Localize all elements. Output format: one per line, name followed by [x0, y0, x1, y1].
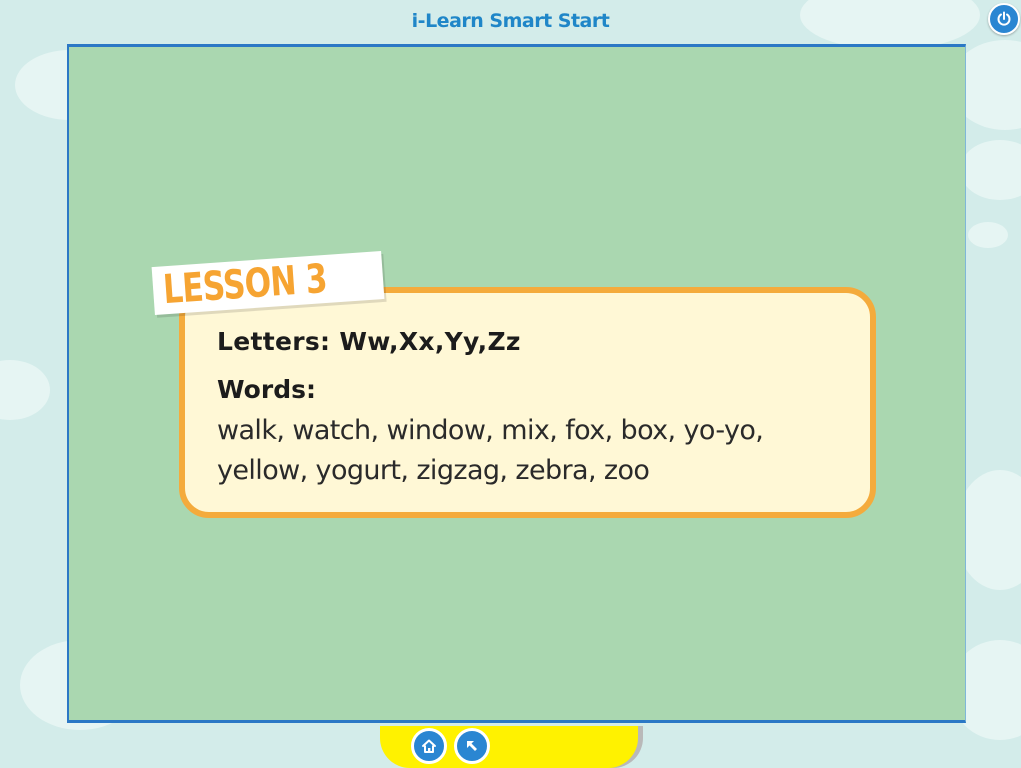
back-button[interactable] [454, 728, 490, 764]
letters-line: Letters: Ww,Xx,Yy,Zz [217, 327, 521, 356]
power-button[interactable] [988, 3, 1020, 35]
words-list: walk, watch, window, mix, fox, box, yo-y… [217, 415, 764, 446]
lesson-stage: Letters: Ww,Xx,Yy,Zz Words: walk, watch,… [67, 44, 966, 723]
home-button[interactable] [411, 728, 447, 764]
app-title: i-Learn Smart Start [411, 10, 610, 32]
lesson-card: Letters: Ww,Xx,Yy,Zz Words: walk, watch,… [179, 287, 876, 518]
words-heading: Words: [217, 375, 316, 404]
background-cloud [968, 222, 1008, 248]
back-arrow-icon [467, 741, 477, 751]
words-list: yellow, yogurt, zigzag, zebra, zoo [217, 455, 650, 486]
power-icon [997, 11, 1011, 26]
background-cloud [960, 140, 1021, 200]
background-cloud [0, 360, 50, 420]
home-icon [422, 739, 436, 753]
bottom-nav-bar [380, 726, 638, 768]
